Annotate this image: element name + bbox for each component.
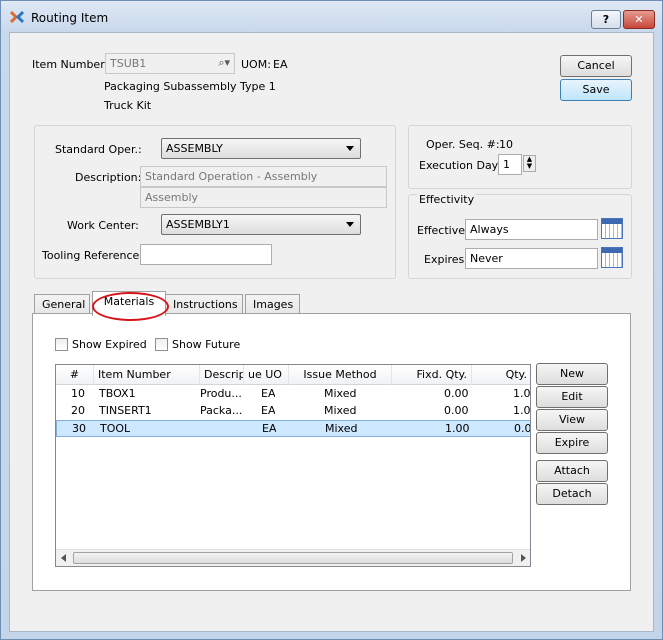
- row-fixed-quantity: 0.00: [444, 404, 469, 417]
- scroll-left-icon[interactable]: [61, 554, 66, 562]
- row-issue-uom: EA: [262, 422, 277, 435]
- execution-day-input[interactable]: 1: [498, 154, 522, 175]
- row-item-number: TBOX1: [99, 387, 136, 400]
- materials-table[interactable]: # Item Number Descript ue UO Issue Metho…: [55, 364, 531, 567]
- effectivity-panel: Effectivity Effective Always Expires Nev…: [408, 193, 632, 279]
- row-sequence: 10: [71, 387, 85, 400]
- column-issue-method[interactable]: Issue Method: [289, 365, 392, 385]
- uom-label: UOM:: [241, 58, 271, 71]
- item-number-input[interactable]: TSUB1 ⌕▾: [105, 53, 235, 74]
- execution-day-stepper[interactable]: ▲ ▼: [523, 155, 536, 172]
- table-row[interactable]: 20 TINSERT1 Packa... EA Mixed 0.00 1.0: [56, 403, 531, 420]
- tab-images[interactable]: Images: [245, 294, 300, 315]
- item-description-primary: Packaging Subassembly Type 1: [104, 80, 276, 93]
- row-item-number: TINSERT1: [99, 404, 152, 417]
- view-button[interactable]: View: [536, 409, 608, 431]
- description-secondary-input[interactable]: Assembly: [140, 187, 387, 208]
- calendar-icon[interactable]: [601, 218, 623, 239]
- effectivity-title: Effectivity: [417, 193, 477, 206]
- effective-date-input[interactable]: Always: [465, 219, 598, 240]
- standard-operation-value: ASSEMBLY: [166, 142, 223, 155]
- calendar-icon[interactable]: [601, 247, 623, 268]
- row-description: Produ...: [200, 387, 242, 400]
- column-issue-uom[interactable]: ue UO: [244, 365, 289, 385]
- tooling-reference-label: Tooling Reference:: [42, 249, 143, 262]
- row-fixed-quantity: 1.00: [445, 422, 470, 435]
- materials-tab-panel: Show Expired Show Future # Item Number D…: [32, 313, 631, 591]
- operation-sequence-value: 10: [499, 138, 513, 151]
- tooling-reference-input[interactable]: [140, 244, 272, 265]
- title-bar[interactable]: Routing Item ? ✕: [1, 1, 662, 31]
- effective-label: Effective: [417, 224, 465, 237]
- show-future-checkbox[interactable]: [155, 338, 168, 351]
- standard-operation-select[interactable]: ASSEMBLY: [161, 138, 361, 159]
- item-description-secondary: Truck Kit: [104, 99, 152, 112]
- table-row[interactable]: 10 TBOX1 Produ... EA Mixed 0.00 1.0: [56, 386, 531, 403]
- dialog-content: Item Number: TSUB1 ⌕▾ UOM: EA Packaging …: [9, 32, 654, 632]
- column-fixed-quantity[interactable]: Fixd. Qty.: [392, 365, 472, 385]
- operation-panel: Standard Oper.: ASSEMBLY Description: St…: [34, 125, 396, 279]
- work-center-label: Work Center:: [67, 219, 139, 232]
- chevron-down-icon: [346, 146, 354, 151]
- operation-sequence-label: Oper. Seq. #:: [426, 138, 500, 151]
- table-row-selected[interactable]: 30 TOOL EA Mixed 1.00 0.0: [56, 420, 531, 437]
- row-issue-method: Mixed: [324, 404, 357, 417]
- edit-button[interactable]: Edit: [536, 386, 608, 408]
- attach-button[interactable]: Attach: [536, 460, 608, 482]
- search-icon[interactable]: ⌕▾: [218, 56, 230, 70]
- horizontal-scrollbar[interactable]: [56, 549, 530, 566]
- routing-item-window: Routing Item ? ✕ Item Number: TSUB1 ⌕▾ U…: [0, 0, 663, 640]
- uom-value: EA: [273, 58, 288, 71]
- work-center-value: ASSEMBLY1: [166, 218, 230, 231]
- tab-instructions[interactable]: Instructions: [165, 294, 243, 315]
- row-item-number: TOOL: [100, 422, 131, 435]
- row-quantity: 1.0: [513, 404, 531, 417]
- sequence-panel: Oper. Seq. #: 10 Execution Day: 1 ▲ ▼: [408, 125, 632, 189]
- item-number-value: TSUB1: [110, 57, 147, 70]
- show-future-label: Show Future: [172, 338, 241, 351]
- application-icon: [9, 10, 25, 24]
- show-expired-label: Show Expired: [72, 338, 147, 351]
- scrollbar-thumb[interactable]: [73, 552, 513, 564]
- description-label: Description:: [75, 171, 142, 184]
- expires-label: Expires: [424, 253, 465, 266]
- row-sequence: 20: [71, 404, 85, 417]
- row-issue-uom: EA: [261, 387, 276, 400]
- expire-button[interactable]: Expire: [536, 432, 608, 454]
- column-quantity[interactable]: Qty.: [472, 365, 530, 385]
- new-button[interactable]: New: [536, 363, 608, 385]
- save-button[interactable]: Save: [560, 79, 632, 101]
- chevron-down-icon: [346, 222, 354, 227]
- detach-button[interactable]: Detach: [536, 483, 608, 505]
- work-center-select[interactable]: ASSEMBLY1: [161, 214, 361, 235]
- scroll-right-icon[interactable]: [521, 554, 526, 562]
- row-fixed-quantity: 0.00: [444, 387, 469, 400]
- window-title: Routing Item: [31, 11, 109, 25]
- row-quantity: 0.0: [514, 422, 531, 435]
- execution-day-label: Execution Day:: [419, 159, 502, 172]
- row-sequence: 30: [72, 422, 86, 435]
- column-sequence[interactable]: #: [56, 365, 94, 385]
- help-button[interactable]: ?: [591, 10, 621, 29]
- row-issue-uom: EA: [261, 404, 276, 417]
- item-number-label: Item Number:: [32, 58, 109, 71]
- tab-general[interactable]: General: [34, 294, 90, 315]
- row-issue-method: Mixed: [325, 422, 358, 435]
- row-issue-method: Mixed: [324, 387, 357, 400]
- row-description: Packa...: [200, 404, 243, 417]
- standard-operation-label: Standard Oper.:: [55, 143, 142, 156]
- show-expired-checkbox[interactable]: [55, 338, 68, 351]
- row-quantity: 1.0: [513, 387, 531, 400]
- materials-tab-highlight: [92, 292, 169, 321]
- close-button[interactable]: ✕: [623, 10, 655, 29]
- cancel-button[interactable]: Cancel: [560, 55, 632, 77]
- column-item-number[interactable]: Item Number: [94, 365, 200, 385]
- expires-date-input[interactable]: Never: [465, 248, 598, 269]
- description-input[interactable]: Standard Operation - Assembly: [140, 166, 387, 187]
- column-description[interactable]: Descript: [200, 365, 244, 385]
